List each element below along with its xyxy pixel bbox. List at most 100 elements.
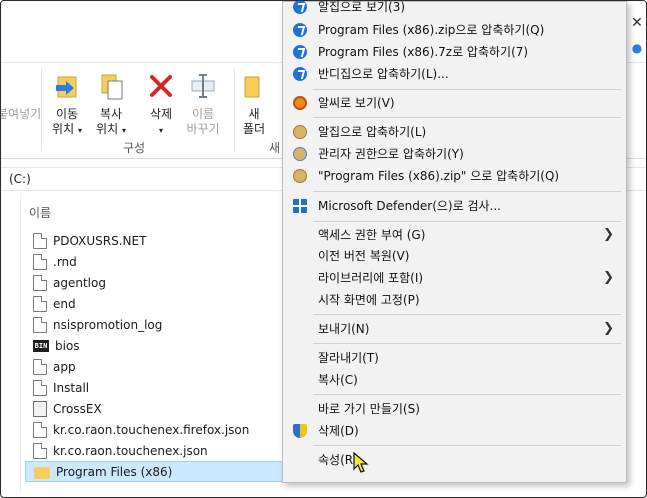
document-icon bbox=[33, 253, 47, 270]
menu-item-create-shortcut[interactable]: 바로 가기 만들기(S) bbox=[283, 398, 626, 420]
ribbon-separator bbox=[41, 69, 42, 151]
column-header-name[interactable]: 이름 bbox=[29, 204, 51, 221]
uac-shield-icon bbox=[293, 424, 307, 438]
menu-item-zip-compress[interactable]: Program Files (x86).zip으로 압축하기(Q) bbox=[283, 19, 626, 41]
menu-item-delete[interactable]: 삭제(D) bbox=[283, 420, 626, 442]
copy-to-button[interactable]: 복사 위치 ▾ bbox=[93, 71, 129, 138]
chevron-right-icon: ❯ bbox=[603, 321, 614, 336]
menu-item-label: "Program Files (x86).zip" 으로 압축하기(Q) bbox=[318, 169, 560, 183]
rename-button[interactable]: 이름 바꾸기 bbox=[181, 71, 225, 137]
menu-item-label: Program Files (x86).7z로 압축하기(7) bbox=[318, 45, 529, 59]
file-name: agentlog bbox=[53, 275, 106, 290]
group-label-organize: 구성 bbox=[123, 141, 146, 155]
rename-label-2: 바꾸기 bbox=[186, 122, 220, 136]
copy-label-2: 위치 bbox=[96, 122, 119, 136]
bandizip-icon bbox=[293, 45, 307, 59]
menu-item-admin-compress[interactable]: 관리자 권한으로 압축하기(Y) bbox=[283, 143, 626, 165]
document-icon bbox=[33, 316, 47, 333]
menu-item-alzip-zip[interactable]: "Program Files (x86).zip" 으로 압축하기(Q) bbox=[283, 165, 626, 187]
menu-separator bbox=[313, 89, 621, 90]
menu-item-include-library[interactable]: 라이브러리에 포함(I) ❯ bbox=[283, 267, 626, 289]
address-path: (C:) bbox=[9, 172, 31, 186]
file-name: kr.co.raon.touchenex.json bbox=[53, 443, 208, 458]
file-name: .rnd bbox=[53, 254, 77, 269]
menu-separator bbox=[313, 445, 621, 446]
bandizip-icon bbox=[293, 1, 307, 14]
delete-x-icon bbox=[146, 71, 176, 101]
delete-button[interactable]: 삭제 ▾ bbox=[143, 71, 179, 138]
menu-item-label: 알집으로 압축하기(L) bbox=[318, 125, 427, 139]
menu-item-defender-scan[interactable]: Microsoft Defender(으)로 검사... bbox=[283, 195, 626, 217]
file-name: app bbox=[53, 359, 76, 374]
menu-separator bbox=[313, 394, 621, 395]
folder-icon bbox=[34, 466, 50, 479]
menu-item-pin-start[interactable]: 시작 화면에 고정(P) bbox=[283, 289, 626, 311]
explorer-window: 붙여넣기 이동 위치 ▾ 복사 위치 ▾ 삭제 ▾ 이름 바꾸기 새 폴더 구성… bbox=[0, 0, 647, 498]
menu-item-properties[interactable]: 속성(R) bbox=[283, 449, 626, 471]
alzip-admin-icon bbox=[293, 147, 307, 161]
document-icon bbox=[33, 379, 47, 396]
paste-label: 붙여넣기 bbox=[0, 107, 42, 121]
menu-separator bbox=[313, 191, 621, 192]
copy-label-1: 복사 bbox=[99, 107, 123, 121]
menu-item-bandizip-view[interactable]: 알집으로 보기(3) bbox=[283, 1, 626, 18]
file-name: CrossEX bbox=[53, 401, 102, 416]
alsee-icon bbox=[293, 96, 307, 110]
new-folder-label-2: 폴더 bbox=[242, 122, 266, 136]
help-icon[interactable]: ● bbox=[628, 41, 646, 55]
menu-item-label: Program Files (x86).zip으로 압축하기(Q) bbox=[318, 23, 545, 37]
new-folder-icon bbox=[239, 71, 269, 101]
binary-file-icon: BIN bbox=[33, 339, 49, 352]
certificate-icon bbox=[33, 400, 47, 417]
menu-item-send-to[interactable]: 보내기(N) ❯ bbox=[283, 318, 626, 340]
menu-item-alzip-compress[interactable]: 알집으로 압축하기(L) bbox=[283, 121, 626, 143]
group-label-new: 새 bbox=[269, 141, 281, 155]
delete-label: 삭제 bbox=[149, 107, 173, 121]
menu-item-label: 잘라내기(T) bbox=[318, 351, 379, 365]
navigation-pane[interactable] bbox=[1, 193, 21, 493]
document-icon bbox=[33, 358, 47, 375]
file-name: Program Files (x86) bbox=[56, 464, 173, 479]
menu-item-alsee-view[interactable]: 알씨로 보기(V) bbox=[283, 92, 626, 114]
menu-separator bbox=[313, 221, 621, 222]
ribbon-separator bbox=[234, 69, 235, 151]
file-name: Install bbox=[53, 380, 90, 395]
menu-item-bandizip-compress[interactable]: 반디집으로 압축하기(L)... bbox=[283, 63, 626, 85]
document-icon bbox=[33, 442, 47, 459]
menu-separator bbox=[313, 117, 621, 118]
menu-item-restore-versions[interactable]: 이전 버전 복원(V) bbox=[283, 245, 626, 267]
close-icon[interactable]: ✕ bbox=[628, 15, 646, 31]
menu-item-copy[interactable]: 복사(C) bbox=[283, 369, 626, 391]
file-name: nsispromotion_log bbox=[53, 317, 163, 332]
move-to-button[interactable]: 이동 위치 ▾ bbox=[49, 71, 85, 138]
move-label-1: 이동 bbox=[55, 107, 79, 121]
file-name: PDOXUSRS.NET bbox=[53, 233, 147, 248]
context-menu: 알집으로 보기(3) Program Files (x86).zip으로 압축하… bbox=[282, 1, 627, 483]
paste-button-fragment[interactable]: 붙여넣기 bbox=[0, 107, 42, 122]
menu-item-label: 삭제(D) bbox=[318, 424, 359, 438]
menu-item-label: 알씨로 보기(V) bbox=[318, 96, 395, 110]
menu-item-grant-access[interactable]: 액세스 권한 부여 (G) ❯ bbox=[283, 224, 626, 246]
menu-item-label: 관리자 권한으로 압축하기(Y) bbox=[318, 147, 464, 161]
bandizip-icon bbox=[293, 23, 307, 37]
rename-icon bbox=[188, 71, 218, 101]
chevron-right-icon: ❯ bbox=[603, 270, 614, 285]
menu-separator bbox=[313, 314, 621, 315]
menu-item-label: Microsoft Defender(으)로 검사... bbox=[318, 199, 501, 213]
defender-icon bbox=[293, 199, 307, 213]
menu-separator bbox=[313, 343, 621, 344]
copy-to-icon bbox=[96, 71, 126, 101]
move-to-icon bbox=[52, 71, 82, 101]
alzip-icon bbox=[293, 125, 307, 139]
file-name: kr.co.raon.touchenex.firefox.json bbox=[53, 422, 250, 437]
menu-item-7z-compress[interactable]: Program Files (x86).7z로 압축하기(7) bbox=[283, 41, 626, 63]
menu-item-label: 시작 화면에 고정(P) bbox=[318, 293, 420, 307]
new-folder-label-1: 새 bbox=[248, 107, 260, 121]
menu-item-label: 반디집으로 압축하기(L)... bbox=[318, 67, 449, 81]
menu-item-cut[interactable]: 잘라내기(T) bbox=[283, 347, 626, 369]
document-icon bbox=[33, 421, 47, 438]
menu-item-label: 이전 버전 복원(V) bbox=[318, 249, 410, 263]
new-folder-button[interactable]: 새 폴더 bbox=[239, 71, 269, 137]
menu-item-label: 보내기(N) bbox=[318, 322, 370, 336]
file-name: end bbox=[53, 296, 76, 311]
